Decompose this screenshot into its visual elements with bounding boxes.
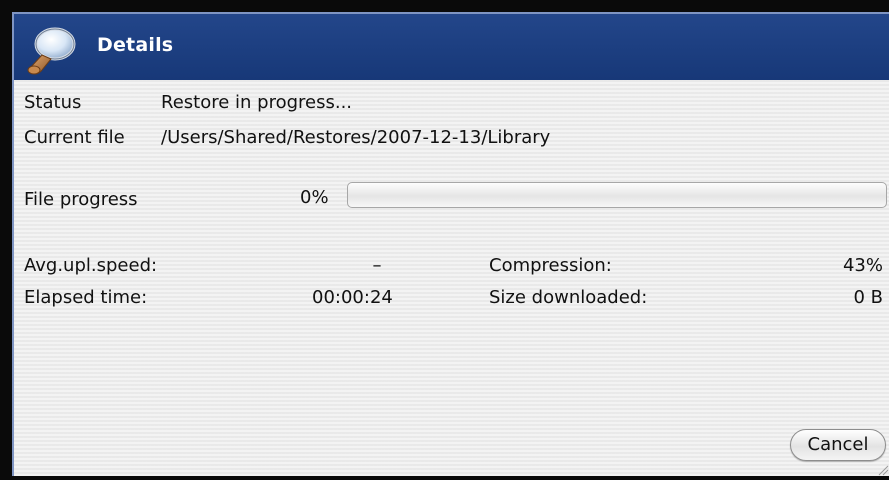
current-file-label: Current file bbox=[24, 127, 125, 148]
file-progress-label: File progress bbox=[24, 189, 138, 210]
status-label: Status bbox=[24, 92, 82, 113]
resize-grip-icon[interactable] bbox=[876, 456, 889, 476]
elapsed-time-label: Elapsed time: bbox=[24, 287, 148, 308]
cancel-button[interactable]: Cancel bbox=[790, 429, 886, 461]
status-value: Restore in progress... bbox=[161, 92, 353, 113]
size-downloaded-label: Size downloaded: bbox=[489, 287, 648, 308]
avg-speed-label: Avg.upl.speed: bbox=[24, 255, 158, 276]
size-downloaded-value: 0 B bbox=[853, 287, 883, 308]
compression-value: 43% bbox=[842, 255, 883, 276]
window-title: Details bbox=[97, 34, 174, 56]
file-progress-bar bbox=[347, 182, 887, 208]
title-bar: Details bbox=[14, 14, 889, 80]
avg-speed-value: – bbox=[372, 255, 382, 276]
compression-label: Compression: bbox=[489, 255, 612, 276]
current-file-value: /Users/Shared/Restores/2007-12-13/Librar… bbox=[161, 127, 551, 148]
elapsed-time-value: 00:00:24 bbox=[312, 287, 393, 308]
magnifier-icon bbox=[22, 24, 78, 80]
file-progress-percent: 0% bbox=[300, 187, 329, 208]
